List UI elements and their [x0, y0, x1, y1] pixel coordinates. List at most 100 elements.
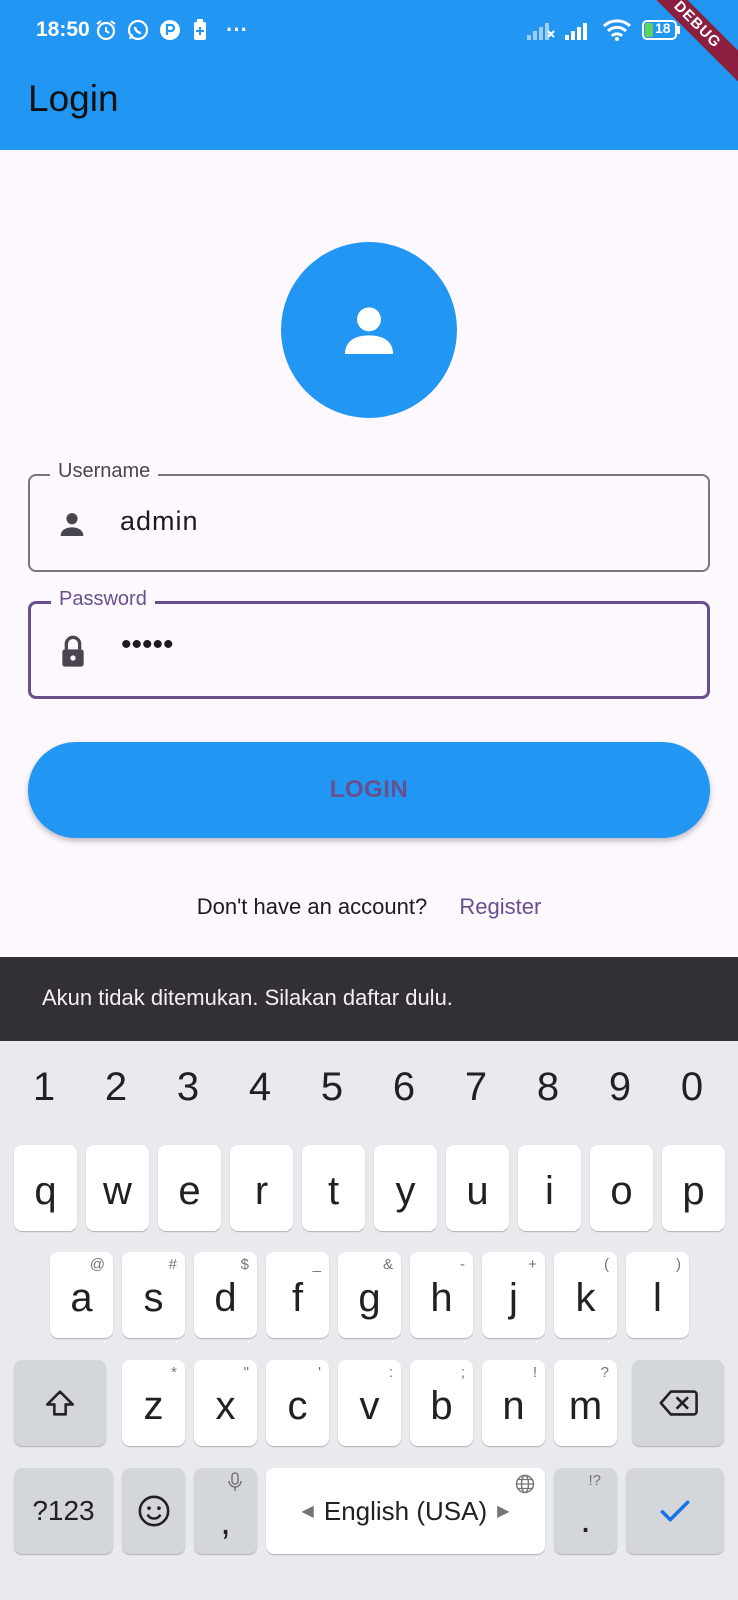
key-b[interactable]: ; b	[410, 1360, 473, 1446]
login-button[interactable]: LOGIN	[28, 742, 710, 838]
key-c[interactable]: ' c	[266, 1360, 329, 1446]
key-g[interactable]: & g	[338, 1252, 401, 1338]
key-x[interactable]: " x	[194, 1360, 257, 1446]
mic-icon	[227, 1472, 243, 1496]
wifi-icon	[602, 18, 632, 42]
key-label: x	[215, 1383, 236, 1428]
key-label: u	[466, 1168, 489, 1213]
key-hint: (	[604, 1256, 609, 1273]
key-label: ,	[220, 1500, 231, 1543]
space-key[interactable]: ◀ English (USA) ▶	[266, 1468, 545, 1554]
period-key[interactable]: !? .	[554, 1468, 617, 1554]
key-q[interactable]: q	[14, 1145, 77, 1231]
key-w[interactable]: w	[86, 1145, 149, 1231]
emoji-key[interactable]	[122, 1468, 185, 1554]
key-7[interactable]: 7	[440, 1065, 512, 1110]
key-0[interactable]: 0	[656, 1065, 728, 1110]
key-9[interactable]: 9	[584, 1065, 656, 1110]
keyboard: 1 2 3 4 5 6 7 8 9 0 q w e r t y u i o p …	[0, 1041, 738, 1600]
done-key[interactable]	[626, 1468, 724, 1554]
key-p[interactable]: p	[662, 1145, 725, 1231]
key-label: k	[575, 1275, 596, 1320]
status-bar: 18:50 ··· 18	[0, 0, 738, 60]
key-hint: #	[168, 1256, 177, 1273]
space-label: English (USA)	[323, 1495, 488, 1526]
emoji-icon	[138, 1495, 169, 1527]
key-label: q	[34, 1168, 57, 1213]
key-hint: _	[312, 1256, 321, 1273]
backspace-icon	[659, 1390, 698, 1416]
key-4[interactable]: 4	[224, 1065, 296, 1110]
key-z[interactable]: * z	[122, 1360, 185, 1446]
key-f[interactable]: _ f	[266, 1252, 329, 1338]
key-6[interactable]: 6	[368, 1065, 440, 1110]
register-link[interactable]: Register	[459, 894, 541, 919]
key-hint: *	[171, 1364, 177, 1381]
key-label: n	[502, 1383, 525, 1428]
key-label: p	[682, 1168, 705, 1213]
key-y[interactable]: y	[374, 1145, 437, 1231]
key-m[interactable]: ? m	[554, 1360, 617, 1446]
key-hint: @	[89, 1256, 105, 1273]
key-hint: ?	[600, 1364, 609, 1381]
password-field[interactable]: Password •••••	[28, 588, 710, 699]
key-8[interactable]: 8	[512, 1065, 584, 1110]
app-icon	[158, 18, 182, 42]
key-label: h	[430, 1275, 453, 1320]
key-5[interactable]: 5	[296, 1065, 368, 1110]
key-hint: $	[240, 1256, 249, 1273]
key-k[interactable]: (k	[554, 1252, 617, 1338]
key-3[interactable]: 3	[152, 1065, 224, 1110]
key-a[interactable]: @ a	[50, 1252, 113, 1338]
key-hint: &	[382, 1256, 393, 1273]
symbols-key[interactable]: ?123	[14, 1468, 113, 1554]
key-r[interactable]: r	[230, 1145, 293, 1231]
key-i[interactable]: i	[518, 1145, 581, 1231]
key-2[interactable]: 2	[80, 1065, 152, 1110]
login-button-label: LOGIN	[329, 776, 409, 803]
key-label: e	[178, 1168, 201, 1213]
username-value: admin	[120, 506, 199, 536]
key-label: .	[580, 1498, 591, 1541]
key-t[interactable]: t	[302, 1145, 365, 1231]
status-time: 18:50	[36, 18, 90, 41]
alarm-icon	[94, 18, 118, 42]
key-label: l	[653, 1275, 662, 1320]
snackbar: Akun tidak ditemukan. Silakan daftar dul…	[0, 957, 738, 1041]
globe-icon	[515, 1474, 535, 1498]
person-icon	[54, 506, 90, 542]
key-label: j	[509, 1275, 518, 1320]
caret-right-icon: ▶	[497, 1503, 510, 1520]
whatsapp-icon	[126, 18, 150, 42]
key-label: w	[103, 1168, 132, 1213]
key-label: v	[359, 1383, 380, 1428]
key-h[interactable]: -h	[410, 1252, 473, 1338]
number-row: 1 2 3 4 5 6 7 8 9 0	[0, 1041, 738, 1137]
key-o[interactable]: o	[590, 1145, 653, 1231]
key-d[interactable]: $ d	[194, 1252, 257, 1338]
key-l[interactable]: ) l	[626, 1252, 689, 1338]
key-hint: ;	[460, 1364, 465, 1381]
backspace-key[interactable]	[632, 1360, 724, 1446]
key-s[interactable]: # s	[122, 1252, 185, 1338]
battery-level: 18	[655, 20, 671, 36]
key-label: i	[545, 1168, 554, 1213]
key-e[interactable]: e	[158, 1145, 221, 1231]
comma-key[interactable]: ,	[194, 1468, 257, 1554]
key-hint: '	[318, 1364, 321, 1381]
key-hint: +	[528, 1256, 537, 1273]
battery-saver-icon	[190, 18, 210, 42]
key-j[interactable]: + j	[482, 1252, 545, 1338]
register-prompt: Don't have an account?	[196, 894, 428, 919]
shift-key[interactable]	[14, 1360, 106, 1446]
key-v[interactable]: :v	[338, 1360, 401, 1446]
key-n[interactable]: ! n	[482, 1360, 545, 1446]
username-field[interactable]: Username admin	[28, 460, 710, 572]
key-1[interactable]: 1	[8, 1065, 80, 1110]
check-icon	[660, 1500, 690, 1522]
signal-1-icon	[526, 18, 556, 42]
shift-icon	[45, 1390, 75, 1416]
page-title: Login	[28, 78, 119, 119]
register-row: Don't have an account? Register	[0, 894, 738, 920]
key-u[interactable]: u	[446, 1145, 509, 1231]
